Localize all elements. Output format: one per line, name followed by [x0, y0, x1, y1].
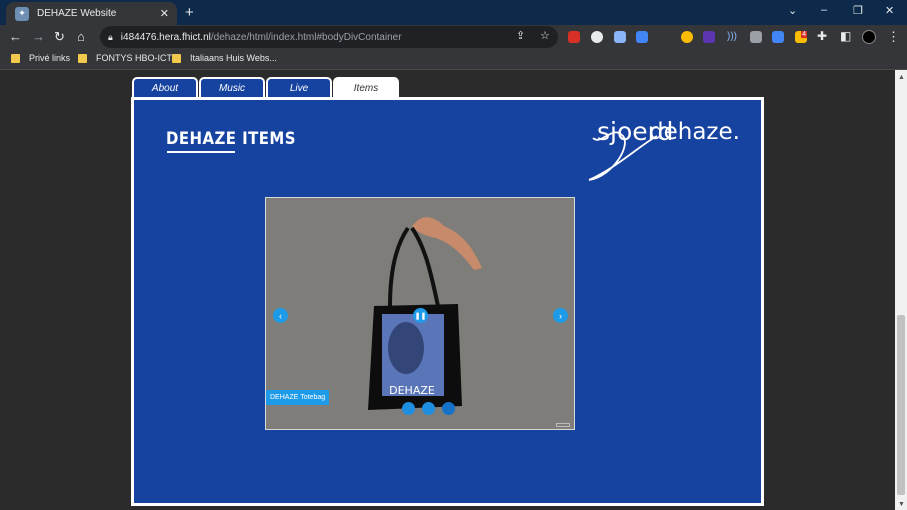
tab-about[interactable]: About: [132, 77, 198, 98]
emoji-extension-icon[interactable]: [681, 31, 693, 43]
bookmark-folder-italiaans[interactable]: Italiaans Huis Webs...: [172, 53, 277, 63]
notes-extension-icon[interactable]: 4: [795, 31, 807, 43]
title-underline: [167, 151, 235, 153]
google-extension-icon[interactable]: [591, 31, 603, 43]
folder-icon: [172, 53, 181, 63]
folder-icon: [11, 53, 20, 63]
puzzle-icon[interactable]: ✚: [817, 29, 827, 43]
reload-icon[interactable]: ↻: [54, 29, 65, 45]
bookmark-label: Privé links: [29, 53, 71, 63]
slide-dot-1[interactable]: [402, 402, 415, 415]
chevron-left-icon[interactable]: ‹: [273, 308, 288, 323]
tab-label: About: [151, 83, 179, 94]
bookmarks-bar: Privé links FONTYS HBO-ICT Italiaans Hui…: [0, 49, 907, 70]
screenshot-extension-icon[interactable]: [614, 31, 626, 43]
minimize-button[interactable]: –: [821, 4, 827, 16]
lock-icon[interactable]: 🔒︎: [108, 32, 113, 43]
back-arrow-icon[interactable]: ←: [9, 29, 22, 44]
browser-tab-strip: ✦ DEHAZE Website ✕ + ⌄ – ❐ ✕: [0, 0, 907, 25]
tab-items[interactable]: Items: [333, 77, 399, 98]
page-title: DEHAZE ITEMS: [166, 129, 296, 149]
forward-arrow-icon[interactable]: →: [32, 29, 45, 44]
video-extension-icon[interactable]: [636, 31, 648, 43]
page-scrollbar[interactable]: ▲ ▼: [895, 70, 907, 510]
dehaze-logo: sjoerd dehaze.: [588, 117, 740, 181]
tab-label: Music: [218, 83, 246, 94]
museum-extension-icon[interactable]: [750, 31, 762, 43]
site-favicon-icon: ✦: [15, 6, 29, 21]
browser-tab[interactable]: ✦ DEHAZE Website ✕: [6, 2, 177, 25]
tab-search-icon[interactable]: ⌄: [788, 4, 797, 17]
url-host: i484476.hera.fhict.nl: [120, 31, 211, 43]
bag-print-face: [388, 322, 424, 374]
item-slideshow: DEHAZE ‹ › ❚❚ DEHAZE Totebag: [265, 197, 575, 430]
slide-dot-2[interactable]: [422, 402, 435, 415]
new-tab-button[interactable]: +: [185, 4, 194, 21]
bookmark-folder-prive[interactable]: Privé links: [11, 53, 70, 63]
extension-badge: 4: [801, 31, 807, 38]
bookmark-star-icon[interactable]: ☆: [540, 29, 550, 42]
address-bar[interactable]: 🔒︎ i484476.hera.fhict.nl/dehaze/html/ind…: [100, 26, 558, 48]
share-icon[interactable]: ⇪: [516, 29, 525, 42]
url-text[interactable]: i484476.hera.fhict.nl/dehaze/html/index.…: [121, 32, 402, 43]
slide-caption: DEHAZE Totebag: [266, 390, 330, 405]
profile-avatar[interactable]: [862, 30, 876, 44]
scrollbar-thumb[interactable]: [897, 315, 905, 495]
watermark-logo: [556, 423, 570, 427]
tab-label: Live: [289, 83, 309, 94]
tab-title: DEHAZE Website: [37, 8, 117, 19]
chevron-right-icon[interactable]: ›: [553, 308, 568, 323]
tab-label: Items: [353, 83, 379, 94]
url-path: /dehaze/html/index.html#bodyDivContainer: [210, 31, 402, 43]
tab-music[interactable]: Music: [199, 77, 265, 98]
close-window-button[interactable]: ✕: [885, 4, 894, 17]
bag-print-label: DEHAZE: [389, 384, 435, 397]
tab-close-icon[interactable]: ✕: [160, 7, 169, 20]
restore-button[interactable]: ❐: [853, 4, 863, 17]
scroll-up-icon[interactable]: ▲: [898, 74, 905, 81]
bag-strap-right: [410, 226, 440, 307]
translate-extension-icon[interactable]: [772, 31, 784, 43]
browser-toolbar: ← → ↻ ⌂ 🔒︎ i484476.hera.fhict.nl/dehaze/…: [0, 25, 907, 49]
bookmark-folder-fontys[interactable]: FONTYS HBO-ICT: [78, 53, 172, 63]
pen-extension-icon[interactable]: [703, 31, 715, 43]
logo-text: dehaze.: [649, 119, 740, 145]
pause-icon[interactable]: ❚❚: [413, 308, 428, 323]
home-icon[interactable]: ⌂: [77, 29, 85, 44]
slide-dot-3[interactable]: [442, 402, 455, 415]
kebab-menu-icon[interactable]: ⋮: [887, 29, 900, 45]
folder-icon: [78, 53, 87, 63]
side-panel-icon[interactable]: ◧: [840, 29, 851, 43]
bag-strap-left: [388, 226, 410, 307]
pdf-extension-icon[interactable]: [568, 31, 580, 43]
bookmark-label: Italiaans Huis Webs...: [190, 53, 277, 63]
sound-extension-icon[interactable]: ))): [727, 31, 739, 43]
bookmark-label: FONTYS HBO-ICT: [96, 53, 172, 63]
scroll-down-icon[interactable]: ▼: [898, 501, 905, 508]
tab-live[interactable]: Live: [266, 77, 332, 98]
items-panel: DEHAZE ITEMS sjoerd dehaze. DEHAZE ‹ › ❚…: [131, 97, 764, 506]
